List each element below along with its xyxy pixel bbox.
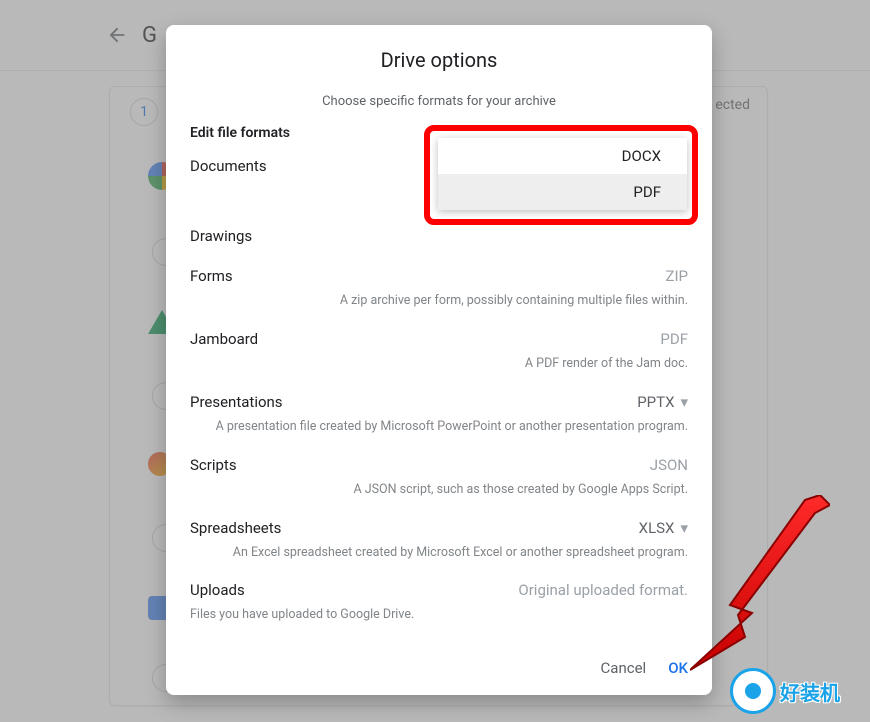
row-description: A zip archive per form, possibly contain… bbox=[190, 293, 688, 310]
row-value: PDF bbox=[660, 330, 688, 348]
row-value: Original uploaded format. bbox=[518, 581, 688, 599]
row-description: Files you have uploaded to Google Drive. bbox=[190, 607, 688, 624]
row-value: ZIP bbox=[665, 267, 688, 285]
format-value-jamboard: PDF bbox=[660, 330, 688, 348]
row-value: JSON bbox=[650, 456, 688, 474]
row-label: Drawings bbox=[190, 227, 252, 245]
format-value-scripts: JSON bbox=[650, 456, 688, 474]
row-description: A PDF render of the Jam doc. bbox=[190, 356, 688, 373]
format-value-uploads: Original uploaded format. bbox=[518, 581, 688, 599]
watermark-text: 好装机 bbox=[780, 677, 840, 706]
row-label: Presentations bbox=[190, 393, 283, 411]
row-label: Forms bbox=[190, 267, 233, 285]
dialog-footer: Cancel OK bbox=[190, 641, 688, 677]
format-row-presentations: Presentations PPTX ▾ A presentation file… bbox=[190, 391, 688, 436]
watermark: 好装机 bbox=[730, 668, 870, 714]
drive-options-dialog: Drive options Choose specific formats fo… bbox=[166, 25, 712, 695]
row-value: XLSX bbox=[639, 519, 675, 537]
format-row-forms: Forms ZIP A zip archive per form, possib… bbox=[190, 265, 688, 310]
row-description: A JSON script, such as those created by … bbox=[190, 482, 688, 499]
dialog-subtitle: Choose specific formats for your archive bbox=[190, 94, 688, 109]
row-label: Spreadsheets bbox=[190, 519, 281, 537]
row-description: A presentation file created by Microsoft… bbox=[190, 419, 688, 436]
format-select-presentations[interactable]: PPTX ▾ bbox=[637, 393, 688, 411]
format-row-jamboard: Jamboard PDF A PDF render of the Jam doc… bbox=[190, 328, 688, 373]
row-label: Jamboard bbox=[190, 330, 258, 348]
dropdown-option-docx[interactable]: DOCX bbox=[438, 138, 687, 174]
watermark-eye-icon bbox=[730, 668, 776, 714]
format-select-drawings[interactable]: JPG ▼ bbox=[639, 227, 688, 245]
row-value: PPTX bbox=[637, 393, 674, 411]
dialog-title: Drive options bbox=[190, 48, 688, 72]
format-select-spreadsheets[interactable]: XLSX ▾ bbox=[639, 519, 688, 537]
dropdown-option-pdf[interactable]: PDF bbox=[438, 174, 687, 210]
ok-button[interactable]: OK bbox=[668, 659, 688, 677]
format-row-spreadsheets: Spreadsheets XLSX ▾ An Excel spreadsheet… bbox=[190, 517, 688, 562]
chevron-down-icon: ▾ bbox=[680, 519, 688, 537]
row-label: Scripts bbox=[190, 456, 237, 474]
format-row-scripts: Scripts JSON A JSON script, such as thos… bbox=[190, 454, 688, 499]
format-value-forms: ZIP bbox=[665, 267, 688, 285]
row-label: Uploads bbox=[190, 581, 245, 599]
documents-format-dropdown: DOCX PDF bbox=[438, 138, 687, 210]
row-label: Documents bbox=[190, 157, 267, 175]
format-row-drawings: Drawings JPG ▼ bbox=[190, 225, 688, 247]
format-row-uploads: Uploads Original uploaded format. Files … bbox=[190, 579, 688, 624]
cancel-button[interactable]: Cancel bbox=[601, 659, 647, 677]
chevron-down-icon: ▾ bbox=[680, 393, 688, 411]
row-description: An Excel spreadsheet created by Microsof… bbox=[190, 545, 688, 562]
